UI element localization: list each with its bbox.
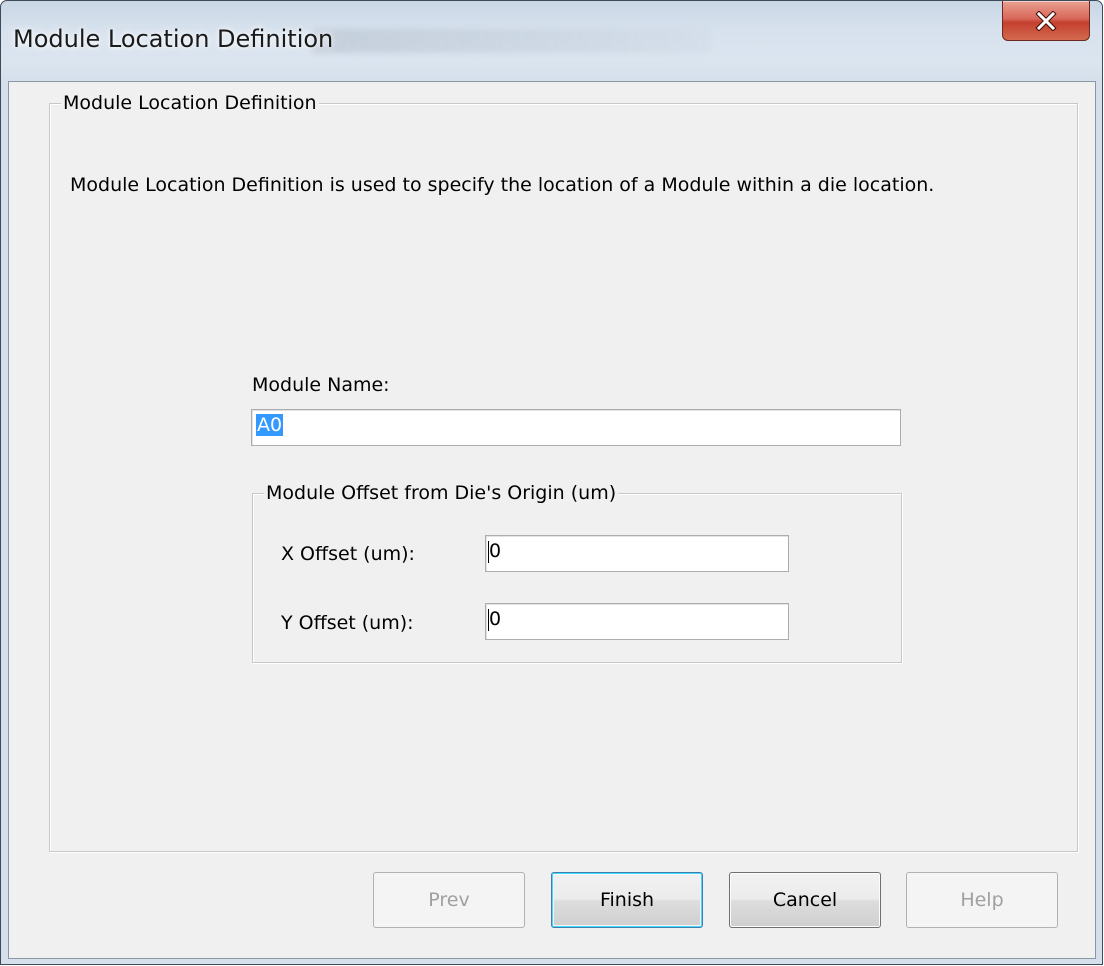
module-name-value: A0 [256,414,284,436]
module-offset-group-legend: Module Offset from Die's Origin (um) [264,482,619,504]
title-bar-glass-blur [311,29,711,53]
x-offset-input[interactable]: 0 [485,535,789,572]
title-bar[interactable]: Module Location Definition [1,1,1102,81]
x-offset-value: 0 [489,540,502,562]
module-name-input[interactable]: A0 [251,409,901,446]
cancel-button[interactable]: Cancel [729,872,881,928]
prev-button[interactable]: Prev [373,872,525,928]
finish-button[interactable]: Finish [551,872,703,928]
description-text: Module Location Definition is used to sp… [70,174,935,196]
y-offset-value: 0 [489,608,502,630]
close-icon [1035,10,1057,31]
module-name-label: Module Name: [252,374,390,396]
x-offset-label: X Offset (um): [281,543,415,565]
window-title: Module Location Definition [13,25,334,53]
close-button[interactable] [1002,1,1090,41]
module-location-group [49,103,1078,852]
y-offset-input[interactable]: 0 [485,603,789,640]
dialog-client-area: Module Location Definition Module Locati… [8,81,1096,959]
module-location-group-legend: Module Location Definition [61,92,319,114]
dialog-window: Module Location Definition Module Locati… [0,0,1103,965]
help-button[interactable]: Help [906,872,1058,928]
y-offset-label: Y Offset (um): [281,612,414,634]
